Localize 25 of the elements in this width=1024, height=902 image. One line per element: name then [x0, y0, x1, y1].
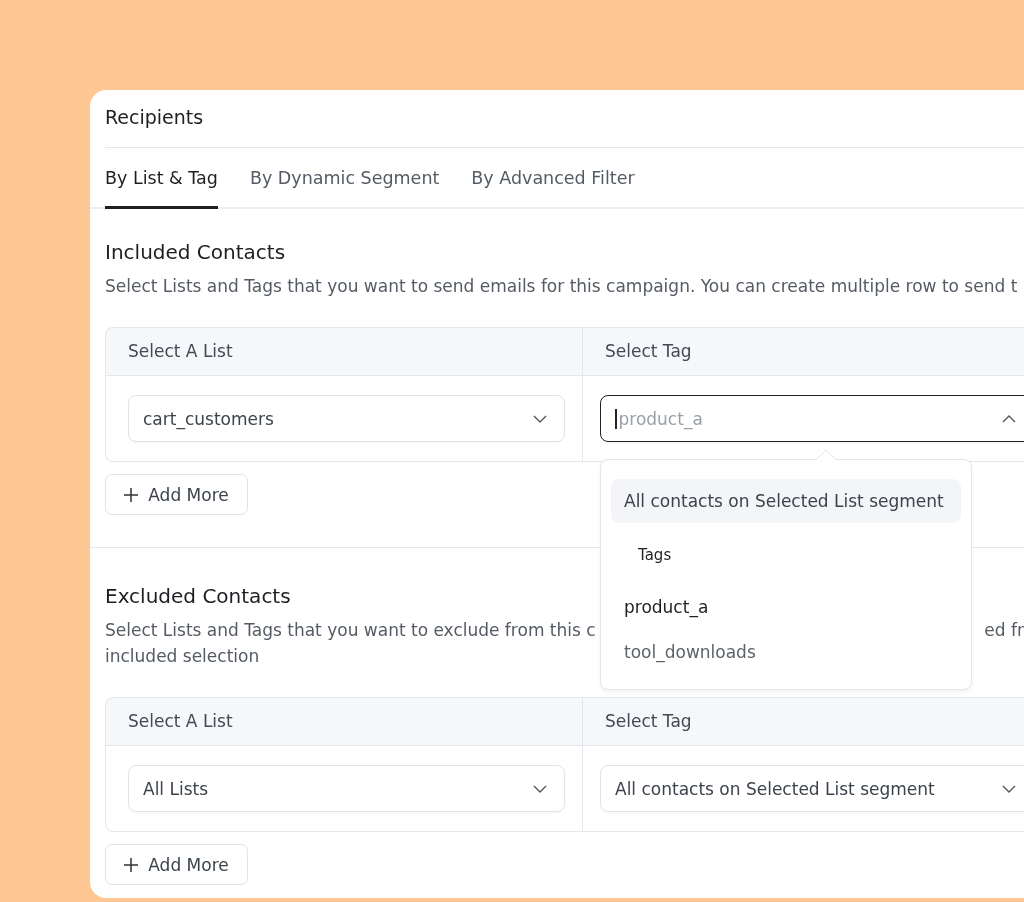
- add-more-button[interactable]: Add More: [105, 474, 248, 515]
- section-description: included selection: [105, 645, 260, 668]
- column-header: Select Tag: [604, 710, 693, 733]
- group-label: Tags: [637, 545, 673, 566]
- column-header: Select Tag: [604, 340, 693, 363]
- tag-select[interactable]: All contacts on Selected List segment: [600, 765, 1024, 812]
- plus-icon: [124, 487, 139, 502]
- section-description: ed fr: [984, 619, 1024, 642]
- dropdown-option[interactable]: All contacts on Selected List segment: [611, 479, 961, 523]
- card-title: Recipients: [105, 104, 1024, 148]
- column-header: Select A List: [106, 328, 583, 375]
- section-description: Select Lists and Tags that you want to exclude from this c: [105, 619, 596, 642]
- tab[interactable]: By Advanced Filter: [471, 148, 635, 209]
- section-heading: Excluded Contacts: [105, 584, 291, 608]
- tab[interactable]: By List & Tag: [105, 148, 218, 209]
- plus-icon: [124, 857, 139, 872]
- tag-option[interactable]: product_a: [611, 585, 961, 630]
- tab[interactable]: By Dynamic Segment: [249, 148, 440, 209]
- add-more-button[interactable]: Add More: [105, 844, 248, 885]
- list-select[interactable]: All Lists: [128, 765, 565, 812]
- tag-option[interactable]: tool_downloads: [611, 630, 961, 675]
- column-header: Select A List: [106, 698, 583, 745]
- list-select[interactable]: cart_customers: [128, 395, 565, 442]
- section-description: Select Lists and Tags that you want to send emails for this campaign. You can create multiple row to send t: [105, 275, 1018, 298]
- section-heading: Included Contacts: [105, 240, 286, 264]
